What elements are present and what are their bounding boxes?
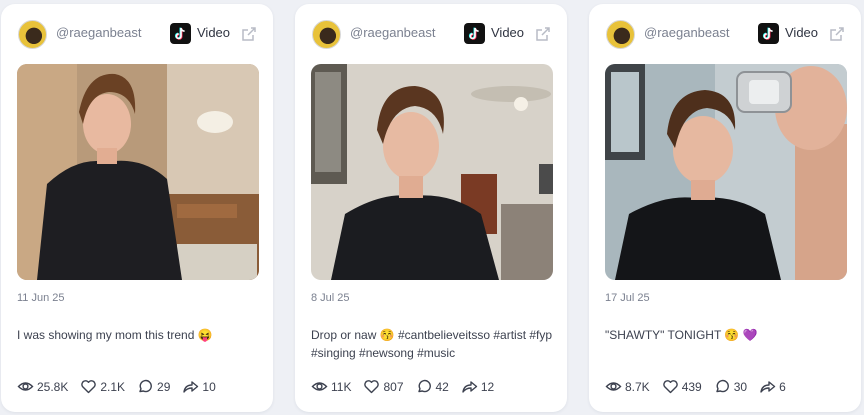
eye-icon xyxy=(311,382,328,391)
share-icon xyxy=(760,381,776,393)
comment-icon xyxy=(139,379,152,393)
heart-icon xyxy=(662,380,678,394)
post-stats: 8.7K 439 30 6 xyxy=(605,378,798,395)
comments-stat: 30 xyxy=(714,378,747,395)
shares-count: 12 xyxy=(480,379,495,394)
platform-label: Video xyxy=(491,25,525,40)
post-date: 17 Jul 25 xyxy=(605,292,650,304)
external-link-icon[interactable] xyxy=(828,25,846,43)
comment-icon xyxy=(716,379,729,393)
platform-label: Video xyxy=(197,25,231,40)
likes-count: 807 xyxy=(383,379,404,394)
likes-count: 439 xyxy=(681,379,702,394)
comments-stat: 29 xyxy=(137,378,170,395)
tiktok-icon xyxy=(758,23,779,44)
share-icon xyxy=(183,381,199,393)
comments-count: 30 xyxy=(733,379,748,394)
views-count: 8.7K xyxy=(625,379,650,394)
avatar xyxy=(606,20,635,49)
post-caption: "SHAWTY" TONIGHT 😚 💜 xyxy=(605,328,758,342)
post-card[interactable]: @raeganbeast Video 17 Jul 25 "SHAWTY" TO… xyxy=(589,4,861,412)
views-stat: 11K xyxy=(311,378,351,395)
post-handle[interactable]: @raeganbeast xyxy=(644,25,729,40)
likes-stat: 807 xyxy=(363,378,404,395)
post-card[interactable]: @raeganbeast Video 11 Jun 25 I was showi… xyxy=(1,4,273,412)
video-thumbnail[interactable] xyxy=(17,64,259,280)
likes-count: 2.1K xyxy=(100,379,126,394)
post-handle[interactable]: @raeganbeast xyxy=(350,25,435,40)
views-stat: 25.8K xyxy=(17,378,68,395)
shares-count: 10 xyxy=(202,379,216,394)
post-date: 8 Jul 25 xyxy=(311,292,350,304)
comments-count: 29 xyxy=(157,379,171,394)
views-stat: 8.7K xyxy=(605,378,650,395)
post-stats: 25.8K 2.1K 29 10 xyxy=(17,378,228,395)
post-stats: 11K 807 42 12 xyxy=(311,378,506,395)
heart-icon xyxy=(364,380,380,394)
external-link-icon[interactable] xyxy=(240,25,258,43)
post-date: 11 Jun 25 xyxy=(17,292,65,304)
share-icon xyxy=(462,381,478,393)
shares-stat: 12 xyxy=(461,378,494,395)
post-card[interactable]: @raeganbeast Video 8 Jul 25 Drop or naw … xyxy=(295,4,567,412)
external-link-icon[interactable] xyxy=(534,25,552,43)
post-caption: Drop or naw 😚 #cantbelieveitsso #artist … xyxy=(311,328,553,360)
shares-count: 6 xyxy=(779,379,786,394)
avatar xyxy=(18,20,47,49)
shares-stat: 10 xyxy=(182,378,216,395)
views-count: 11K xyxy=(331,379,352,394)
likes-stat: 2.1K xyxy=(80,378,125,395)
views-count: 25.8K xyxy=(37,379,69,394)
comments-stat: 42 xyxy=(416,378,449,395)
eye-icon xyxy=(17,382,34,391)
tiktok-icon xyxy=(170,23,191,44)
comment-icon xyxy=(417,379,431,393)
heart-icon xyxy=(81,380,97,394)
eye-icon xyxy=(605,382,622,391)
video-thumbnail[interactable] xyxy=(605,64,847,280)
post-caption: I was showing my mom this trend 😝 xyxy=(17,328,213,342)
tiktok-icon xyxy=(464,23,485,44)
comments-count: 42 xyxy=(435,379,449,394)
likes-stat: 439 xyxy=(662,378,702,395)
platform-label: Video xyxy=(785,25,819,40)
avatar xyxy=(312,20,341,49)
post-handle[interactable]: @raeganbeast xyxy=(56,25,141,40)
video-thumbnail[interactable] xyxy=(311,64,553,280)
shares-stat: 6 xyxy=(759,378,786,395)
